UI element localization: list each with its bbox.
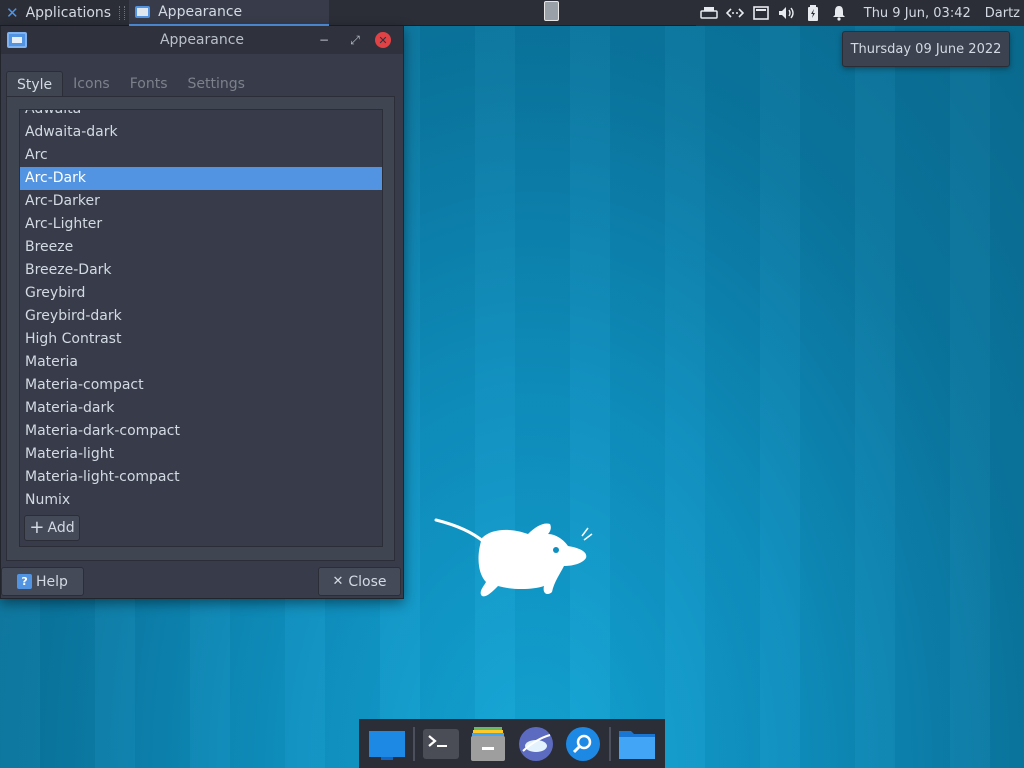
plus-icon: + xyxy=(29,517,45,538)
notification-bell-icon[interactable] xyxy=(826,0,852,26)
close-label: Close xyxy=(348,573,387,590)
folder-icon[interactable] xyxy=(616,722,659,766)
theme-list-item[interactable]: Breeze-Dark xyxy=(20,259,382,282)
theme-list-item[interactable]: Materia-dark xyxy=(20,397,382,420)
add-theme-button[interactable]: + Add xyxy=(24,515,80,541)
close-button[interactable]: ✕ Close xyxy=(318,567,401,596)
theme-list-item[interactable]: Arc-Dark xyxy=(20,167,382,190)
theme-list-item[interactable]: Greybird-dark xyxy=(20,305,382,328)
tab-fonts[interactable]: Fonts xyxy=(120,71,178,97)
theme-list-item[interactable]: Materia-light-compact xyxy=(20,466,382,489)
terminal-icon[interactable] xyxy=(420,722,463,766)
theme-list-item[interactable]: Arc xyxy=(20,144,382,167)
theme-list-item[interactable]: Materia-dark-compact xyxy=(20,420,382,443)
screen-icon[interactable] xyxy=(748,0,774,26)
window-titlebar[interactable]: Appearance − ⤢ ✕ xyxy=(1,26,403,54)
window-title: Appearance xyxy=(159,32,245,48)
web-browser-icon[interactable] xyxy=(514,722,557,766)
style-tab-panel: Adwaita Adwaita-dark Arc Arc-Dark Arc-Darker… xyxy=(6,96,395,561)
theme-list-item[interactable]: Arc-Darker xyxy=(20,190,382,213)
applications-menu[interactable]: ✕ Applications xyxy=(0,0,119,26)
task-title: Appearance xyxy=(158,3,243,20)
maximize-button[interactable]: ⤢ xyxy=(346,31,364,49)
minimize-button[interactable]: − xyxy=(315,31,333,49)
add-label: Add xyxy=(47,520,75,536)
close-icon: ✕ xyxy=(332,574,344,589)
panel-separator xyxy=(119,5,126,20)
network-icon[interactable] xyxy=(696,0,722,26)
code-brackets-icon[interactable] xyxy=(722,0,748,26)
tab-settings[interactable]: Settings xyxy=(178,71,255,97)
date-tooltip: Thursday 09 June 2022 xyxy=(842,31,1010,67)
file-manager-icon[interactable] xyxy=(467,722,510,766)
tab-bar: Style Icons Fonts Settings xyxy=(6,71,255,97)
appearance-window: Appearance − ⤢ ✕ Style Icons Fonts Setti… xyxy=(0,26,404,599)
desktop-icon[interactable] xyxy=(365,722,408,766)
close-window-button[interactable]: ✕ xyxy=(375,32,391,48)
theme-list-item[interactable]: Materia-compact xyxy=(20,374,382,397)
app-finder-icon[interactable] xyxy=(561,722,604,766)
theme-list-item[interactable]: Greybird xyxy=(20,282,382,305)
dock-separator xyxy=(413,726,415,761)
system-tray: Thu 9 Jun, 03:42 Dartz xyxy=(695,0,1024,26)
taskbar-button-appearance[interactable]: Appearance xyxy=(129,0,330,26)
theme-list-item[interactable]: Materia xyxy=(20,351,382,374)
theme-list-item[interactable]: Adwaita-dark xyxy=(20,121,382,144)
theme-list-item[interactable]: Numix xyxy=(20,489,382,511)
help-icon: ? xyxy=(17,574,33,589)
volume-icon[interactable] xyxy=(774,0,800,26)
theme-list[interactable]: Adwaita Adwaita-dark Arc Arc-Dark Arc-Darker… xyxy=(19,109,383,512)
applications-label: Applications xyxy=(25,4,112,21)
dock xyxy=(359,719,665,768)
clock[interactable]: Thu 9 Jun, 03:42 xyxy=(852,6,981,21)
theme-list-item[interactable]: Breeze xyxy=(20,236,382,259)
help-button[interactable]: ? Help xyxy=(1,567,84,596)
tab-style[interactable]: Style xyxy=(6,71,64,97)
xfce-mouse-logo xyxy=(434,518,593,597)
xfce-logo-icon: ✕ xyxy=(6,3,19,22)
help-label: Help xyxy=(36,573,68,590)
dialog-button-bar: ? Help ✕ Close xyxy=(1,567,403,599)
battery-icon[interactable] xyxy=(800,0,826,26)
theme-list-item[interactable]: High Contrast xyxy=(20,328,382,351)
theme-list-item[interactable]: Arc-Lighter xyxy=(20,213,382,236)
theme-list-item[interactable]: Adwaita xyxy=(20,110,382,121)
theme-list-toolbar: + Add xyxy=(19,511,383,547)
user-menu[interactable]: Dartz xyxy=(981,6,1024,21)
tab-icons[interactable]: Icons xyxy=(63,71,120,97)
theme-list-item[interactable]: Materia-light xyxy=(20,443,382,466)
dock-separator xyxy=(609,726,611,761)
workspace-switcher[interactable] xyxy=(544,1,559,21)
appearance-app-icon xyxy=(135,5,151,18)
